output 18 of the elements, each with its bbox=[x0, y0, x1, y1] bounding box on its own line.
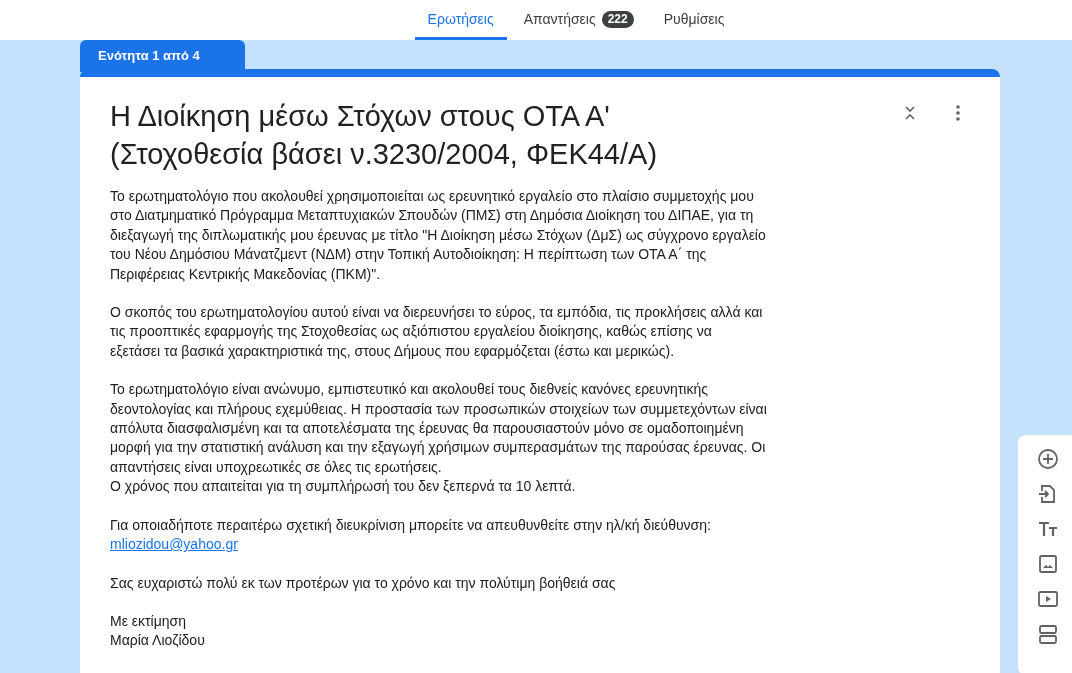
description-text: Το ερωτηματολόγιο είναι ανώνυμο, εμπιστευτικό και ακολουθεί τους διεθνείς κανόνες ερευνητικής δεοντολογίας και πλήρους εχεμύθειας. Η προστασία των προσωπικών στοιχείων των συμμετεχόντων είναι απόλυτα διασφαλισμένη και τα αποτελέσματα της έρευνας θα παρουσιαστούν μόνο σε ομαδοποιημένη μορφή για την στατιστική ανάλυση και την εξαγωγή χρήσιμων συμπερασμάτων της παρούσας έρευνας. Οι απαντήσεις είναι υποχρεωτικές σε όλες τις ερωτήσεις. Ο χρόνος που απαιτείται για τη συμπλήρωσή του δεν ξεπερνά τα 10 λεπτά. bbox=[110, 380, 768, 497]
add-circle-icon[interactable] bbox=[1036, 447, 1060, 471]
tab[interactable]: Ρυθμίσεις bbox=[650, 2, 738, 40]
description-text: Ο σκοπός του ερωτηματολογίου αυτού είναι να διερευνήσει το εύρος, τα εμπόδια, τις προκλήσεις αλλά και τις προοπτικές εφαρμογής της Στοχοθεσίας ως αξιόπιστου εργαλείου διοίκησης, καθώς επίσης να εξετάσει τα βασικά χαρακτηριστικά της, στους Δήμους που εφαρμόζεται (έστω και μερικώς). bbox=[110, 303, 764, 361]
more-icon[interactable] bbox=[956, 105, 960, 121]
count-badge: 222 bbox=[601, 11, 634, 28]
description-text: Με εκτίμηση Μαρία Λιοζίδου bbox=[110, 611, 206, 651]
tab[interactable]: Απαντήσεις 222 bbox=[510, 2, 647, 40]
collapse-icon[interactable] bbox=[904, 105, 916, 121]
form-title: Η Διοίκηση μέσω Στόχων στους ΟΤΑ Α' (Στοχοθεσία βάσει ν.3230/2004, ΦΕΚ44/Α) bbox=[110, 99, 658, 172]
section-label: Ενότητα 1 από 4 bbox=[98, 47, 200, 66]
image-icon[interactable] bbox=[1036, 552, 1060, 576]
email-link[interactable]: mliozidou@yahoo.gr bbox=[110, 536, 238, 553]
section-icon[interactable] bbox=[1036, 622, 1060, 646]
description-text: Σας ευχαριστώ πολύ εκ των προτέρων για το χρόνο και την πολύτιμη βοήθειά σας bbox=[110, 573, 617, 593]
description-text: Για οποιαδήποτε περαιτέρω σχετική διευκρίνιση μπορείτε να απευθυνθείτε στην ηλ/κή διεύθυνση: bbox=[110, 515, 712, 535]
description-text: Το ερωτηματολόγιο που ακολουθεί χρησιμοποιείται ως ερευνητικό εργαλείο στο πλαίσιο συμμετοχής μου στο Διατμηματικό Πρόγραμμα Μεταπτυχιακών Σπουδών (ΠΜΣ) στη Δημόσια Διοίκηση του ΔΙΠΑΕ, για τη διεξαγωγή της διπλωματικής μου έρευνας με τίτλο "Η Διοίκηση μέσω Στόχων (ΔμΣ) ως σύγχρονο εργαλείο του Νέου Δημόσιου Μάνατζμεντ (ΝΔΜ) στην Τοπική Αυτοδιοίκηση: Η περίπτωση των ΟΤΑ Α΄ της Περιφέρειας Κεντρικής Μακεδονίας (ΠΚΜ)". bbox=[110, 187, 767, 284]
tab[interactable]: Ερωτήσεις bbox=[414, 2, 507, 40]
